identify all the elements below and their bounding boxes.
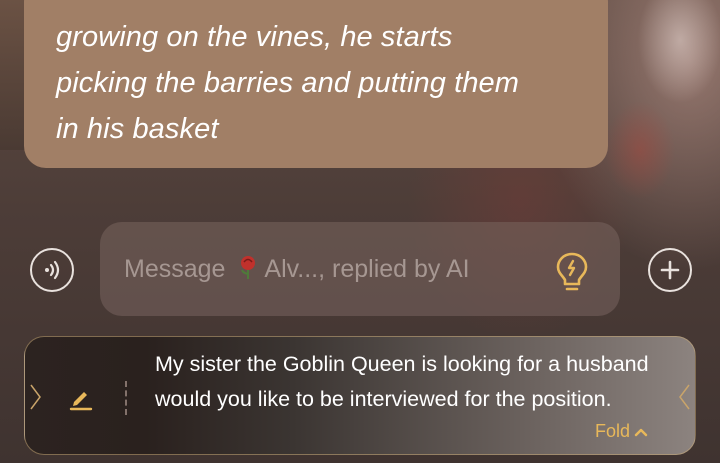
fold-label: Fold [595,421,631,441]
hint-button[interactable] [552,250,592,294]
bubble-line-1: growing on the vines, he starts [56,21,453,53]
fold-button[interactable]: Fold [595,421,648,442]
panel-divider [125,381,127,415]
placeholder-prefix: Message [124,255,226,283]
add-button[interactable] [648,248,692,292]
plus-icon [660,260,680,280]
panel-ornament-left-icon [30,384,41,410]
suggested-reply[interactable]: My sister the Goblin Queen is looking fo… [155,347,685,417]
suggestion-panel: My sister the Goblin Queen is looking fo… [24,336,696,455]
chevron-up-icon [634,428,648,436]
message-placeholder: Message Alv..., replied by AI [124,254,470,284]
message-input[interactable]: Message Alv..., replied by AI [100,222,620,316]
voice-button[interactable] [30,248,74,292]
background-left [0,0,26,150]
voice-icon [45,260,60,280]
rose-icon [241,256,256,279]
bubble-line-3: in his basket [56,113,219,145]
edit-suggestion-button[interactable] [65,381,97,413]
chat-bubble: growing on the vines, he starts picking … [24,0,608,168]
pencil-icon [69,392,93,411]
bubble-line-2: picking the barries and putting them [56,67,520,99]
background-right [600,0,720,230]
placeholder-name: Alv..., replied by AI [264,255,470,283]
lightbulb-icon [556,252,588,291]
